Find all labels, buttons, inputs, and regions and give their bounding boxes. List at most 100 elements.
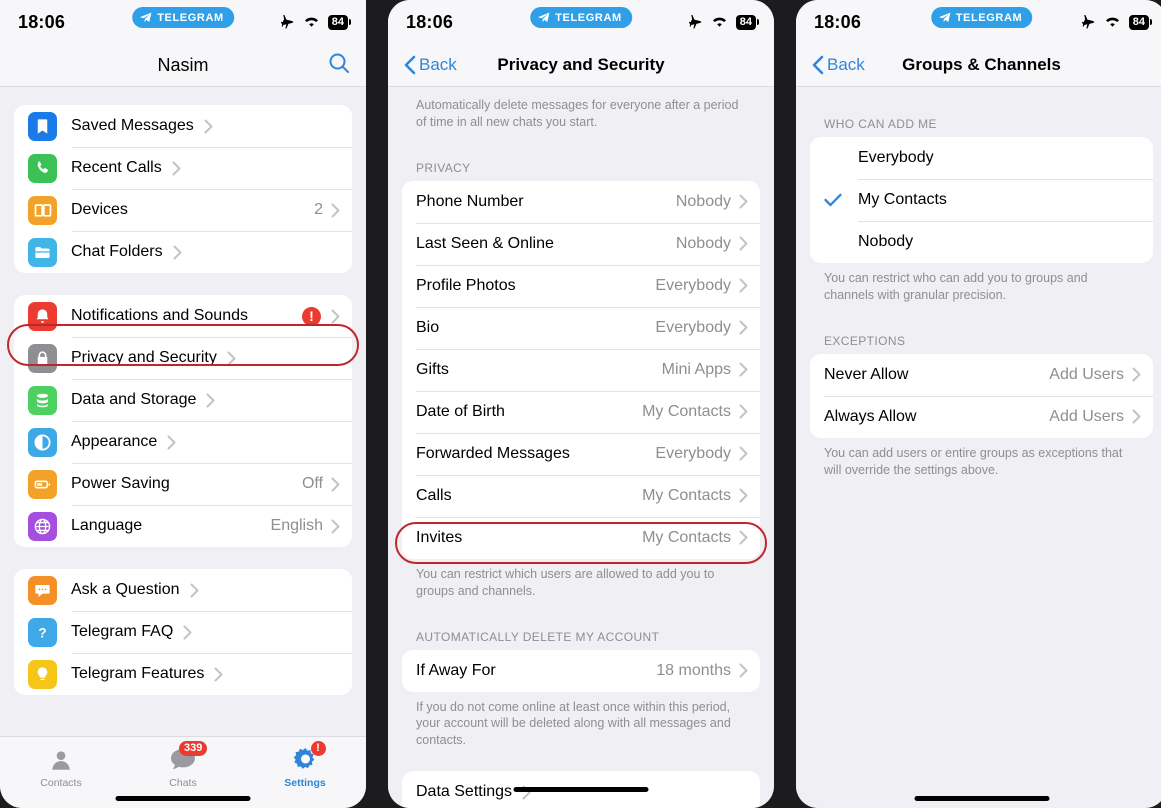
- section-header-auto-delete-account: AUTOMATICALLY DELETE MY ACCOUNT: [416, 629, 660, 644]
- phone-screen-settings: 18:06 TELEGRAM 84 Nasim Saved Messages Re…: [0, 0, 366, 808]
- wifi-icon: [304, 17, 318, 27]
- settings-row-ask-a-question[interactable]: Ask a Question: [14, 569, 352, 611]
- unread-count-badge: 339: [179, 741, 208, 756]
- settings-row-telegram-faq[interactable]: ? Telegram FAQ: [14, 611, 352, 653]
- settings-row-value: My Contacts: [642, 402, 731, 420]
- wifi-icon: [712, 17, 726, 27]
- settings-row-if-away-for[interactable]: If Away For 18 months: [402, 650, 760, 692]
- back-label: Back: [827, 55, 865, 74]
- option-checkmark-slot: [824, 193, 858, 207]
- search-icon[interactable]: [328, 52, 350, 79]
- back-label: Back: [419, 55, 457, 74]
- auto-delete-footnote: Automatically delete messages for everyo…: [416, 98, 739, 129]
- back-button[interactable]: Back: [812, 55, 865, 75]
- settings-row-value: Add Users: [1049, 365, 1124, 383]
- auto-delete-group: If Away For 18 months: [402, 649, 760, 692]
- section-header-who-can-add-me: WHO CAN ADD ME: [824, 117, 937, 131]
- chevron-left-icon: [404, 55, 416, 75]
- tab-settings[interactable]: ! Settings: [244, 741, 366, 789]
- battery-saver-icon: [28, 469, 57, 499]
- status-bar-3: 18:06 TELEGRAM 84: [796, 0, 1161, 44]
- bell-icon: [28, 301, 57, 331]
- back-button[interactable]: Back: [404, 55, 457, 75]
- panel-gap-2: [774, 0, 796, 808]
- section-header-privacy: PRIVACY: [416, 160, 471, 175]
- settings-row-bio[interactable]: Bio Everybody: [402, 306, 760, 349]
- settings-group-preferences: Notifications and Sounds! Privacy and Sec…: [14, 295, 352, 547]
- contrast-icon: [28, 427, 57, 457]
- settings-row-value: Nobody: [675, 234, 731, 252]
- groups-channels-scroll-area[interactable]: WHO CAN ADD ME Everybody My Contacts Nobod…: [796, 87, 1161, 808]
- settings-row-saved-messages[interactable]: Saved Messages: [14, 105, 352, 147]
- chevron-right-icon: [204, 119, 213, 134]
- phone-screen-privacy-and-security: 18:06 TELEGRAM 84 Back Privacy and Secur…: [388, 0, 774, 808]
- settings-row-appearance[interactable]: Appearance: [14, 421, 352, 463]
- folder-icon: [28, 237, 57, 267]
- chevron-right-icon: [183, 625, 192, 640]
- settings-group-help: Ask a Question ? Telegram FAQ Telegram Feat…: [14, 569, 352, 695]
- checkmark-icon: [824, 193, 842, 207]
- settings-row-label: Date of Birth: [416, 402, 505, 420]
- settings-row-value: Mini Apps: [661, 360, 731, 378]
- settings-row-date-of-birth[interactable]: Date of Birth My Contacts: [402, 390, 760, 433]
- settings-row-label: If Away For: [416, 661, 496, 679]
- option-row-everybody[interactable]: Everybody: [810, 137, 1153, 179]
- chevron-right-icon: [739, 278, 748, 293]
- option-row-my-contacts[interactable]: My Contacts: [810, 179, 1153, 221]
- settings-row-profile-photos[interactable]: Profile Photos Everybody: [402, 264, 760, 307]
- settings-row-privacy-and-security[interactable]: Privacy and Security: [14, 337, 352, 379]
- settings-row-language[interactable]: Language English: [14, 505, 352, 547]
- settings-row-chat-folders[interactable]: Chat Folders: [14, 231, 352, 273]
- status-bar-1: 18:06 TELEGRAM 84: [0, 0, 366, 44]
- settings-row-telegram-features[interactable]: Telegram Features: [14, 653, 352, 695]
- settings-row-never-allow[interactable]: Never Allow Add Users: [810, 354, 1153, 396]
- tab-label: Chats: [169, 777, 197, 789]
- settings-row-calls[interactable]: Calls My Contacts: [402, 474, 760, 517]
- chevron-right-icon: [173, 245, 182, 260]
- settings-row-notifications-and-sounds[interactable]: Notifications and Sounds!: [14, 295, 352, 337]
- three-phone-screenshot-stage: 18:06 TELEGRAM 84 Nasim Saved Messages Re…: [0, 0, 1161, 808]
- tab-chats[interactable]: 339 Chats: [122, 741, 244, 789]
- option-row-nobody[interactable]: Nobody: [810, 221, 1153, 263]
- settings-row-devices[interactable]: Devices 2: [14, 189, 352, 231]
- option-label: Nobody: [858, 233, 914, 250]
- settings-row-value: Nobody: [675, 192, 731, 210]
- settings-row-invites[interactable]: Invites My Contacts: [402, 516, 760, 559]
- panel-gap-1: [366, 0, 388, 808]
- settings-row-last-seen-online[interactable]: Last Seen & Online Nobody: [402, 222, 760, 265]
- telegram-recording-pill: TELEGRAM: [930, 7, 1033, 28]
- settings-row-value: Everybody: [655, 318, 731, 336]
- settings-row-power-saving[interactable]: Power Saving Off: [14, 463, 352, 505]
- settings-row-gifts[interactable]: Gifts Mini Apps: [402, 348, 760, 391]
- settings-row-recent-calls[interactable]: Recent Calls: [14, 147, 352, 189]
- phone-icon: [28, 153, 57, 183]
- chevron-right-icon: [739, 362, 748, 377]
- settings-group-account: Saved Messages Recent Calls Devices 2 Chat F…: [14, 105, 352, 273]
- settings-row-label: Notifications and Sounds: [71, 307, 248, 324]
- battery-icon: 84: [327, 14, 352, 30]
- status-right-icons: 84: [279, 14, 352, 30]
- privacy-scroll-area[interactable]: Automatically delete messages for everyo…: [388, 87, 774, 808]
- airplane-mode-icon: [280, 15, 294, 29]
- settings-row-label: Recent Calls: [71, 159, 162, 176]
- question-mark-icon: ?: [28, 617, 57, 647]
- settings-row-label: Profile Photos: [416, 276, 516, 294]
- settings-row-always-allow[interactable]: Always Allow Add Users: [810, 395, 1153, 438]
- settings-row-label: Invites: [416, 528, 463, 546]
- settings-scroll-area[interactable]: Saved Messages Recent Calls Devices 2 Chat F…: [0, 87, 366, 737]
- telegram-pill-label: TELEGRAM: [157, 11, 224, 24]
- section-header-exceptions: EXCEPTIONS: [824, 333, 906, 348]
- chevron-right-icon: [331, 309, 340, 324]
- telegram-plane-icon: [140, 12, 152, 23]
- settings-row-label: Power Saving: [71, 475, 170, 492]
- exceptions-group: Never Allow Add Users Always Allow Add User…: [810, 353, 1153, 438]
- settings-row-phone-number[interactable]: Phone Number Nobody: [402, 181, 760, 223]
- tab-contacts[interactable]: Contacts: [0, 745, 122, 789]
- settings-row-data-and-storage[interactable]: Data and Storage: [14, 379, 352, 421]
- lock-icon: [28, 343, 57, 373]
- settings-row-forwarded-messages[interactable]: Forwarded Messages Everybody: [402, 432, 760, 475]
- settings-row-label: Calls: [416, 486, 452, 504]
- settings-row-label: Ask a Question: [71, 581, 180, 598]
- settings-row-label: Always Allow: [824, 407, 917, 425]
- chevron-right-icon: [739, 194, 748, 209]
